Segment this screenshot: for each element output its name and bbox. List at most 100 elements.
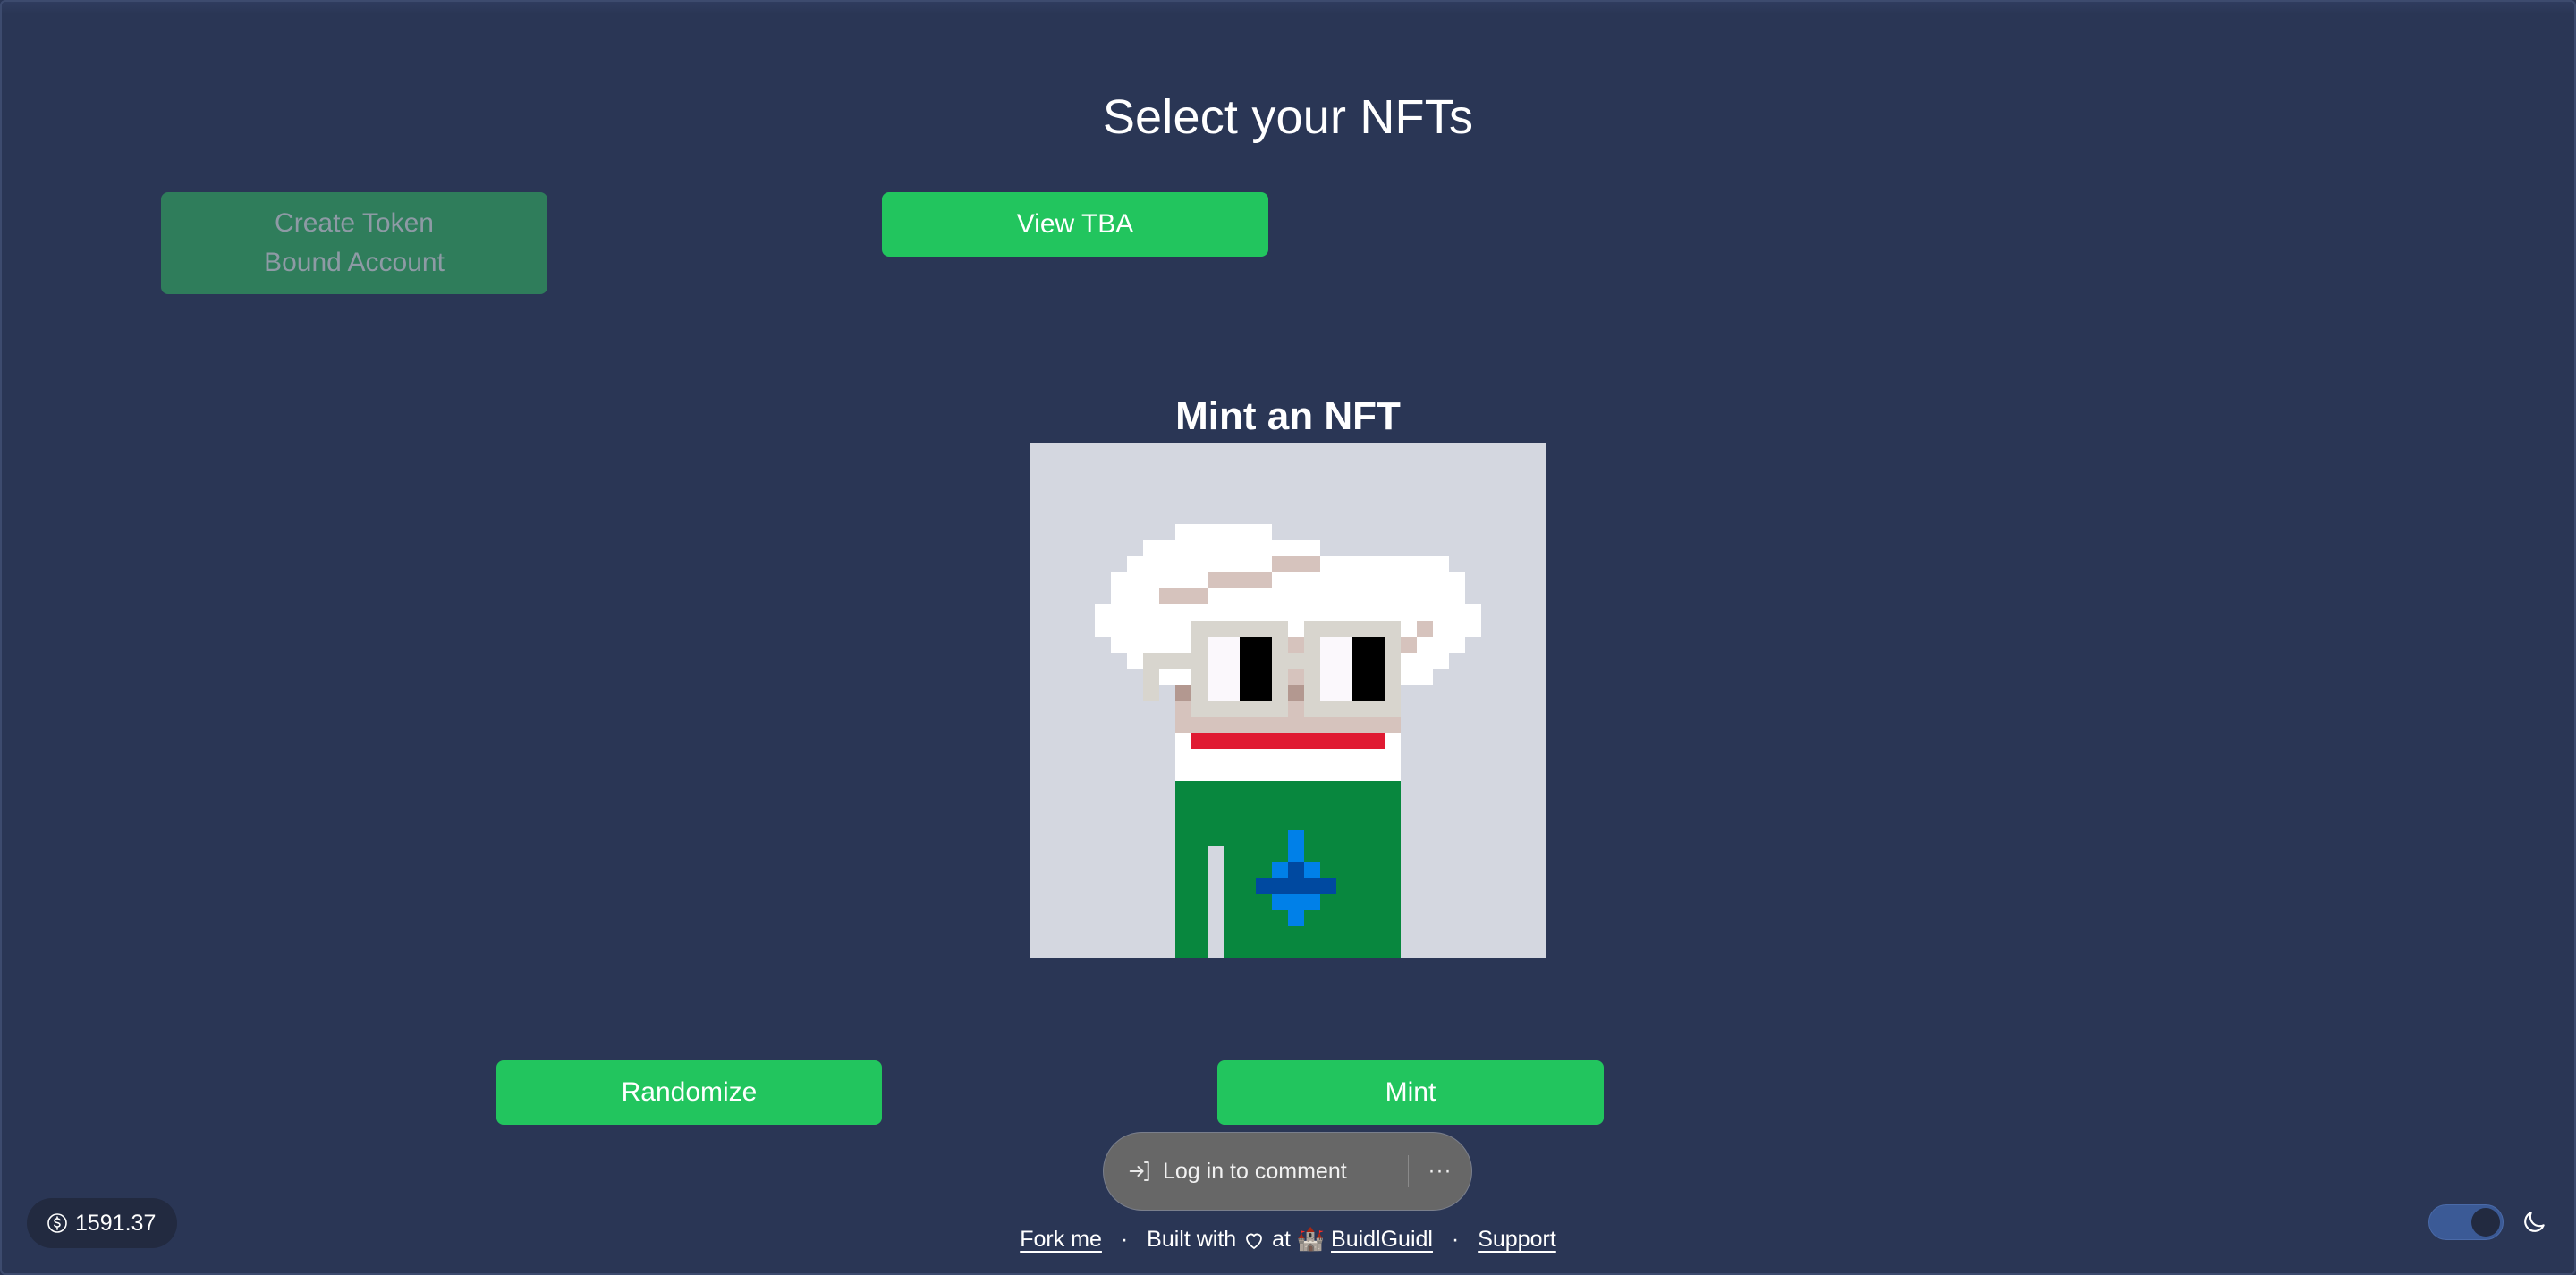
nft-pixel <box>1497 653 1513 669</box>
nft-pixel <box>1385 540 1401 556</box>
nft-pixel <box>1143 781 1159 798</box>
nft-pixel <box>1063 621 1079 637</box>
nft-pixel <box>1143 798 1159 814</box>
nft-pixel <box>1208 476 1224 492</box>
nft-pixel <box>1352 942 1368 958</box>
nft-pixel <box>1224 572 1240 588</box>
nft-pixel <box>1352 926 1368 942</box>
nft-pixel <box>1401 798 1417 814</box>
nft-pixel <box>1127 508 1143 524</box>
nft-pixel <box>1304 846 1320 862</box>
nft-pixel <box>1256 910 1272 926</box>
nft-pixel <box>1095 781 1111 798</box>
nft-pixel <box>1272 926 1288 942</box>
nft-pixel <box>1240 830 1256 846</box>
nft-pixel <box>1127 476 1143 492</box>
nft-pixel <box>1449 476 1465 492</box>
mint-button[interactable]: Mint <box>1217 1060 1604 1125</box>
nft-pixel <box>1530 460 1546 476</box>
nft-pixel <box>1513 717 1530 733</box>
nft-pixel <box>1063 926 1079 942</box>
nft-pixel <box>1449 926 1465 942</box>
nft-pixel <box>1288 588 1304 604</box>
nft-pixel <box>1240 894 1256 910</box>
nft-pixel <box>1046 846 1063 862</box>
view-tba-button[interactable]: View TBA <box>882 192 1268 257</box>
nft-pixel <box>1256 540 1272 556</box>
nft-pixel <box>1320 894 1336 910</box>
nft-pixel <box>1465 443 1481 460</box>
nft-pixel <box>1385 717 1401 733</box>
nft-pixel <box>1449 733 1465 749</box>
nft-pixel <box>1127 765 1143 781</box>
nft-pixel <box>1320 878 1336 894</box>
nft-pixel <box>1417 508 1433 524</box>
nft-pixel <box>1336 878 1352 894</box>
nft-pixel <box>1465 604 1481 621</box>
nft-pixel <box>1111 878 1127 894</box>
nft-pixel <box>1111 572 1127 588</box>
nft-pixel <box>1288 765 1304 781</box>
nft-pixel <box>1111 894 1127 910</box>
nft-pixel <box>1449 685 1465 701</box>
nft-pixel <box>1513 862 1530 878</box>
nft-pixel <box>1079 572 1095 588</box>
nft-pixel <box>1449 524 1465 540</box>
login-to-comment-button[interactable]: Log in to comment <box>1104 1133 1408 1210</box>
nft-pixel <box>1224 524 1240 540</box>
comment-widget: Log in to comment ··· <box>1103 1132 1472 1211</box>
more-options-button[interactable]: ··· <box>1409 1159 1471 1184</box>
nft-pixel <box>1481 926 1497 942</box>
nft-pixel <box>1256 701 1272 717</box>
nft-pixel <box>1079 524 1095 540</box>
nft-pixel <box>1465 733 1481 749</box>
nft-pixel <box>1433 733 1449 749</box>
nft-pixel <box>1159 685 1175 701</box>
nft-pixel <box>1127 830 1143 846</box>
nft-pixel <box>1401 717 1417 733</box>
nft-pixel <box>1288 733 1304 749</box>
create-token-bound-account-button[interactable]: Create Token Bound Account <box>161 192 547 294</box>
nft-pixel <box>1449 894 1465 910</box>
nft-pixel <box>1368 814 1385 830</box>
dark-mode-toggle[interactable] <box>2428 1204 2504 1240</box>
nft-pixel <box>1208 556 1224 572</box>
nft-pixel <box>1320 669 1336 685</box>
support-link[interactable]: Support <box>1478 1227 1556 1252</box>
nft-pixel <box>1449 765 1465 781</box>
nft-pixel <box>1481 621 1497 637</box>
nft-pixel <box>1111 749 1127 765</box>
nft-pixel <box>1063 878 1079 894</box>
nft-pixel <box>1352 572 1368 588</box>
nft-pixel <box>1449 540 1465 556</box>
nft-pixel <box>1095 765 1111 781</box>
randomize-button[interactable]: Randomize <box>496 1060 882 1125</box>
nft-pixel <box>1368 572 1385 588</box>
nft-pixel <box>1208 846 1224 862</box>
nft-pixel <box>1288 460 1304 476</box>
fork-me-link[interactable]: Fork me <box>1020 1227 1102 1252</box>
nft-pixel <box>1046 556 1063 572</box>
nft-pixel <box>1513 653 1530 669</box>
nft-pixel <box>1449 701 1465 717</box>
nft-pixel <box>1385 798 1401 814</box>
nft-pixel <box>1256 781 1272 798</box>
nft-pixel <box>1208 588 1224 604</box>
nft-pixel <box>1175 685 1191 701</box>
nft-pixel <box>1208 685 1224 701</box>
nft-pixel <box>1288 846 1304 862</box>
buidlguidl-link[interactable]: BuidlGuidl <box>1331 1227 1433 1252</box>
nft-pixel <box>1352 798 1368 814</box>
nft-pixel <box>1079 781 1095 798</box>
nft-pixel <box>1417 878 1433 894</box>
nft-pixel <box>1143 460 1159 476</box>
nft-pixel <box>1401 556 1417 572</box>
nft-pixel <box>1433 685 1449 701</box>
nft-pixel <box>1272 556 1288 572</box>
nft-pixel <box>1368 443 1385 460</box>
nft-pixel <box>1336 830 1352 846</box>
nft-pixel <box>1530 588 1546 604</box>
nft-pixel <box>1385 669 1401 685</box>
nft-pixel <box>1272 733 1288 749</box>
nft-pixel <box>1465 942 1481 958</box>
